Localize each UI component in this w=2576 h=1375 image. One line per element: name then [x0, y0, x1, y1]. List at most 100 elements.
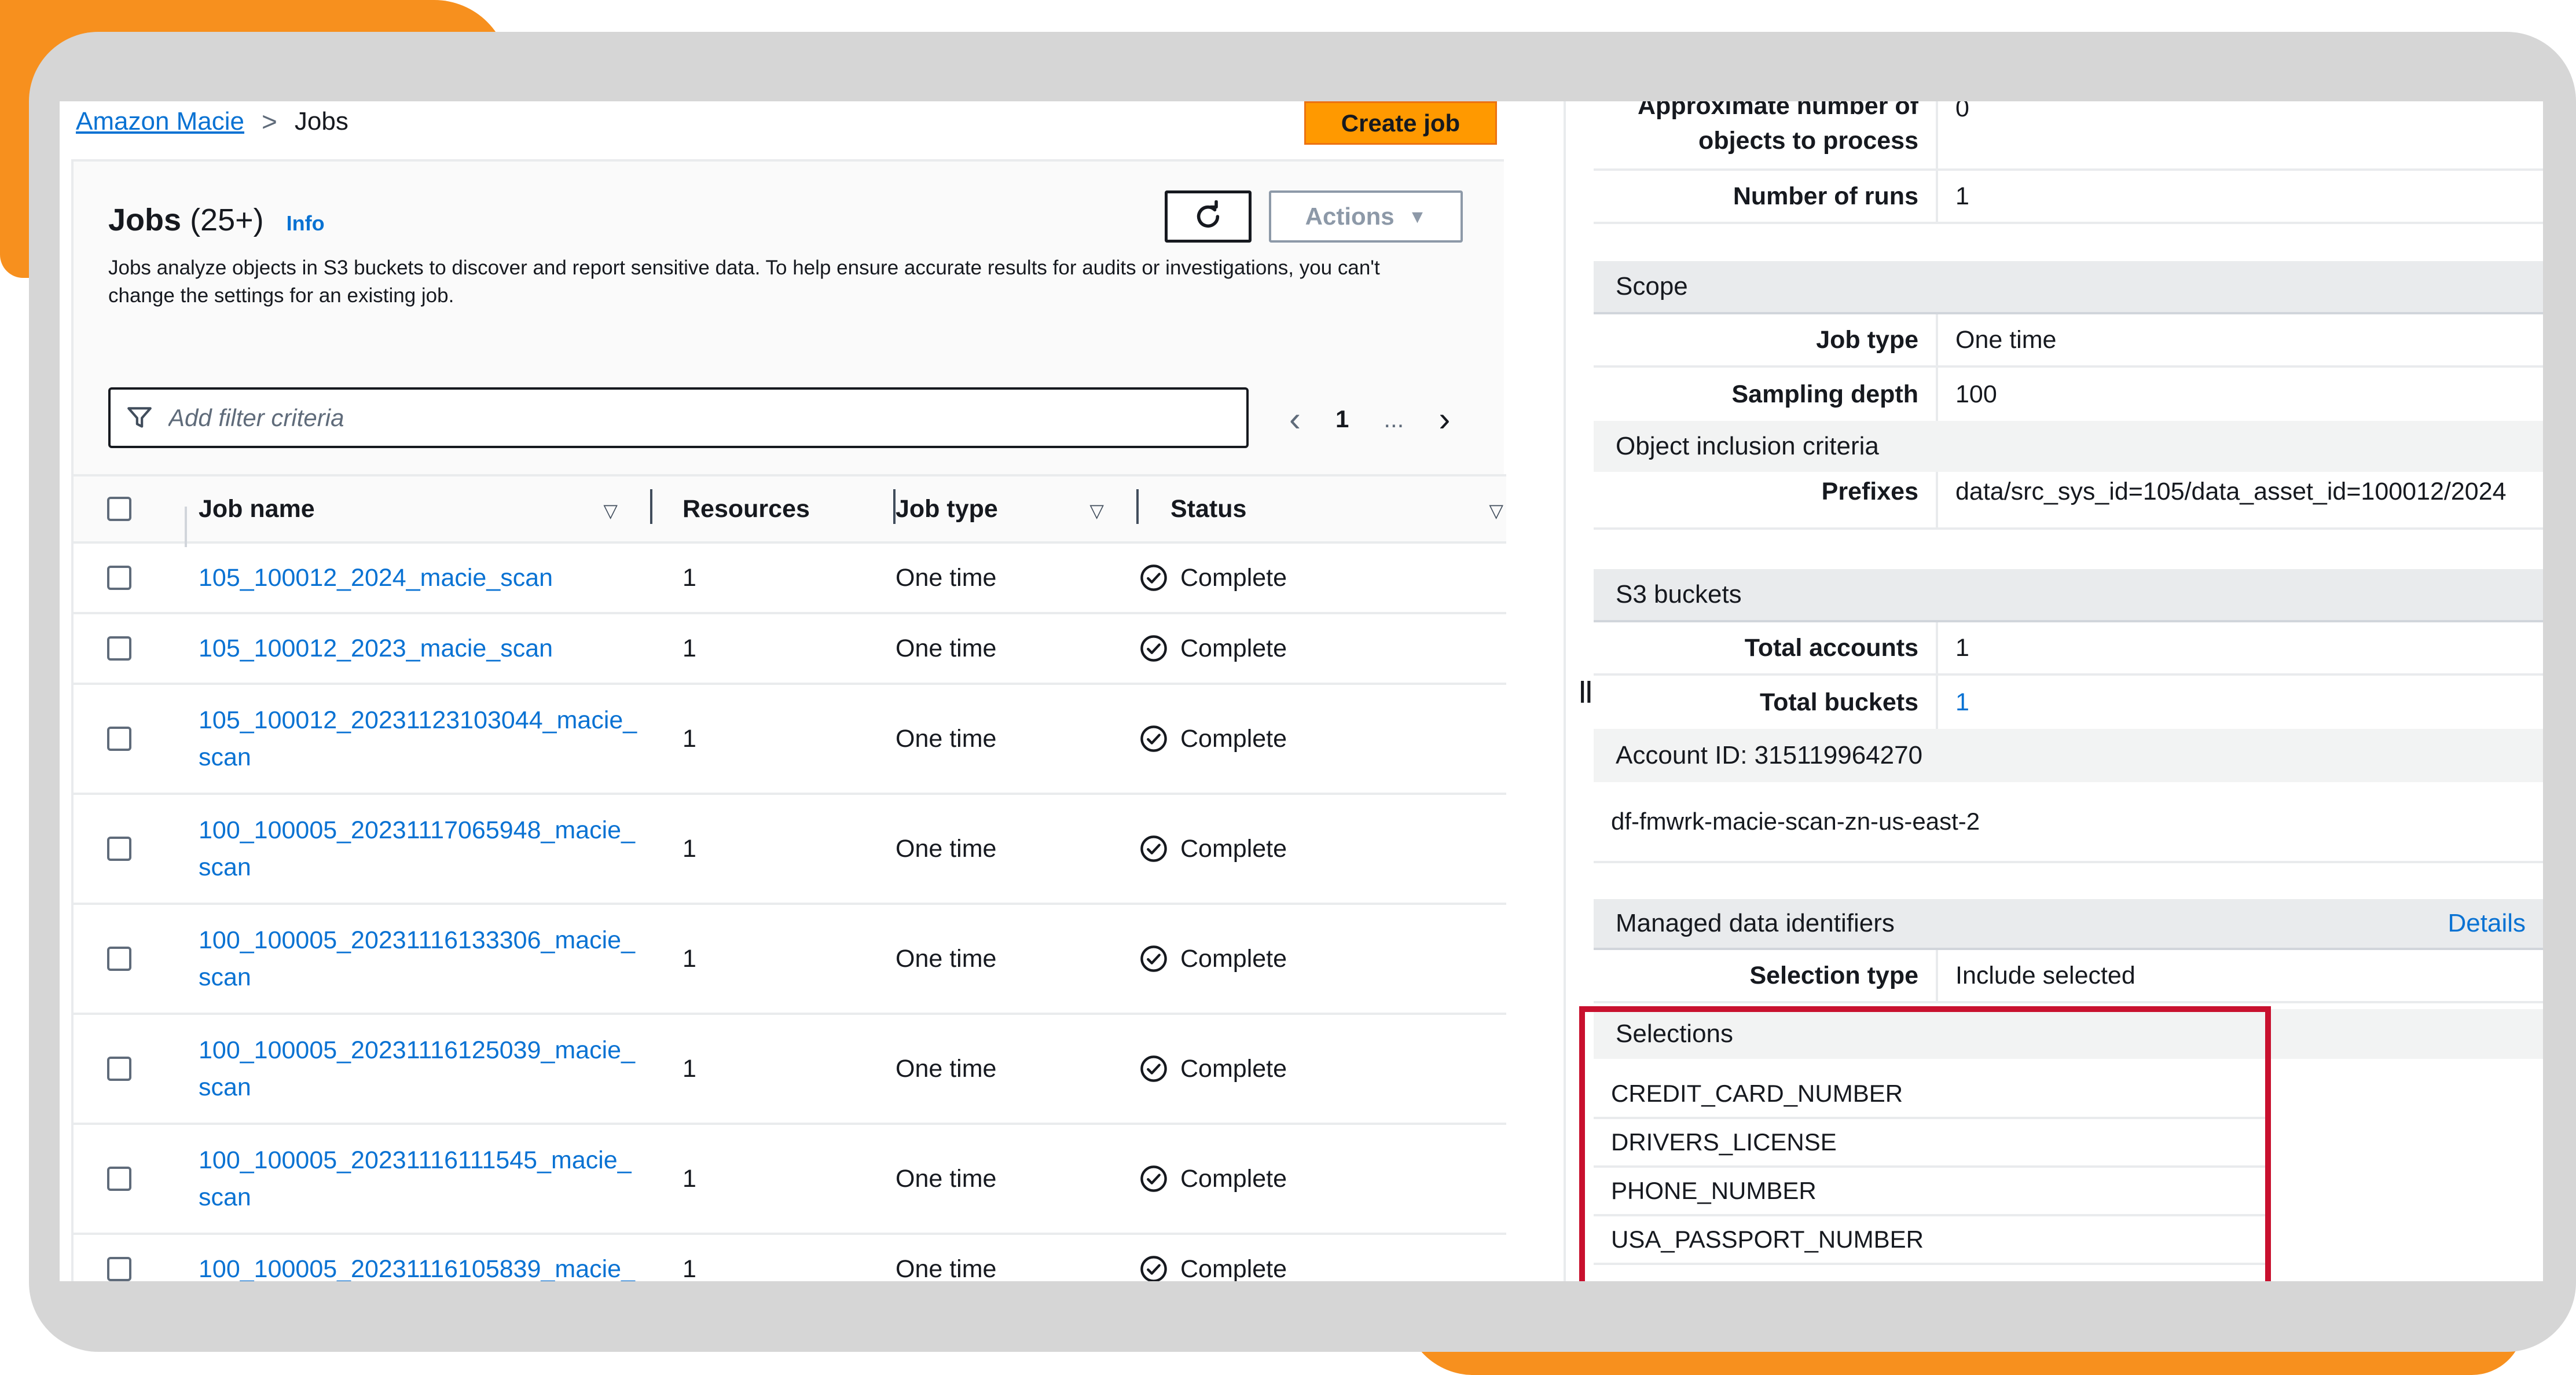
table-body: 105_100012_2024_macie_scan 1 One time Compl… — [74, 544, 1506, 1281]
detail-buckets-value[interactable]: 1 — [1938, 676, 1969, 729]
row-checkbox[interactable] — [107, 837, 131, 861]
check-circle-icon — [1140, 635, 1167, 662]
console-screenshot: Amazon Macie > Jobs Create job Jobs (25+… — [60, 101, 2543, 1281]
job-name-link[interactable]: 100_100005_20231116125039_macie_ scan — [199, 1036, 635, 1101]
row-checkbox[interactable] — [107, 1257, 131, 1281]
jobs-container: Jobs (25+) Info Actions ▼ Jobs analyze o… — [71, 159, 1506, 1281]
resources-cell: 1 — [682, 1164, 696, 1193]
status-text: Complete — [1180, 1164, 1287, 1193]
job-name-cell: 100_100005_20231116105839_macie_ — [131, 1251, 652, 1281]
info-link[interactable]: Info — [287, 211, 325, 235]
detail-sampling-value: 100 — [1955, 380, 1997, 408]
detail-approx-value: 0 — [1955, 101, 1969, 122]
row-checkbox[interactable] — [107, 636, 131, 661]
resize-grip-icon[interactable]: || — [1579, 677, 1592, 703]
job-name-line1: 100_100005_20231116105839_macie_ — [199, 1255, 636, 1281]
jobs-description: Jobs analyze objects in S3 buckets to di… — [108, 256, 1380, 307]
breadcrumb: Amazon Macie > Jobs — [76, 101, 348, 142]
page-ellipsis: ... — [1384, 405, 1404, 432]
resources-cell: 1 — [682, 944, 696, 973]
page-number[interactable]: 1 — [1335, 405, 1349, 433]
job-name-link[interactable]: 100_100005_20231116105839_macie_ — [199, 1255, 635, 1281]
filter-icon — [122, 401, 157, 435]
job-name-line1: 105_100012_2023_macie_scan — [199, 635, 553, 662]
detail-number-of-runs: Number of runs 1 — [1594, 171, 2543, 224]
table-row[interactable]: 100_100005_20231117065948_macie_ scan 1 One… — [74, 795, 1506, 905]
detail-sampling-label: Sampling depth — [1594, 368, 1938, 421]
filter-field[interactable] — [108, 387, 1249, 448]
status-text: Complete — [1180, 1054, 1287, 1083]
row-checkbox[interactable] — [107, 1167, 131, 1191]
check-circle-icon — [1140, 1165, 1167, 1192]
row-checkbox[interactable] — [107, 1057, 131, 1081]
check-circle-icon — [1140, 835, 1167, 862]
row-checkbox[interactable] — [107, 727, 131, 751]
column-job-name-label: Job name — [199, 494, 315, 523]
detail-prefixes-value: data/src_sys_id=105/data_asset_id=100012… — [1955, 478, 2507, 505]
job-type-cell: One time — [896, 834, 997, 863]
column-separator — [185, 506, 187, 547]
create-job-button[interactable]: Create job — [1304, 101, 1497, 145]
table-row[interactable]: 105_100012_2023_macie_scan 1 One time Compl… — [74, 614, 1506, 685]
job-name-line2: scan — [199, 963, 251, 991]
job-name-link[interactable]: 100_100005_20231116133306_macie_ scan — [199, 926, 635, 991]
sort-down-icon[interactable]: ▽ — [603, 500, 618, 522]
refresh-button[interactable] — [1165, 190, 1252, 243]
job-name-cell: 100_100005_20231116111545_macie_ scan — [131, 1142, 652, 1216]
detail-selection-type: Selection type Include selected — [1594, 950, 2543, 1003]
table-row[interactable]: 105_100012_20231123103044_macie_ scan 1 One… — [74, 685, 1506, 795]
row-checkbox[interactable] — [107, 947, 131, 971]
filter-input[interactable] — [168, 404, 1210, 432]
previous-page-icon[interactable]: ‹ — [1289, 402, 1301, 437]
column-job-name[interactable]: Job name ▽ — [131, 489, 652, 547]
detail-approx-label-line1: Approximate number of — [1638, 101, 1918, 120]
detail-runs-label: Number of runs — [1594, 171, 1938, 222]
pagination: ‹ 1 ... › — [1289, 393, 1450, 445]
actions-label: Actions — [1305, 203, 1395, 230]
table-row[interactable]: 100_100005_20231116111545_macie_ scan 1 One… — [74, 1125, 1506, 1235]
sort-down-icon[interactable]: ▽ — [1489, 500, 1503, 522]
mdi-details-link[interactable]: Details — [2448, 909, 2526, 938]
table-row[interactable]: 105_100012_2024_macie_scan 1 One time Compl… — [74, 544, 1506, 614]
column-resources[interactable]: Resources — [652, 489, 896, 524]
detail-sampling-depth: Sampling depth 100 — [1594, 368, 2543, 421]
section-scope: Scope — [1594, 261, 2543, 314]
job-type-cell: One time — [896, 1054, 997, 1083]
job-name-link[interactable]: 100_100005_20231117065948_macie_ scan — [199, 816, 635, 881]
status-cell: Complete — [1139, 944, 1486, 974]
detail-accounts-value: 1 — [1955, 633, 1969, 662]
row-checkbox[interactable] — [107, 566, 131, 590]
status-text: Complete — [1180, 1255, 1287, 1282]
job-name-link[interactable]: 100_100005_20231116111545_macie_ scan — [199, 1146, 632, 1211]
job-name-cell: 105_100012_20231123103044_macie_ scan — [131, 702, 652, 776]
job-name-link[interactable]: 105_100012_2024_macie_scan — [199, 564, 553, 592]
detail-approx-objects: Approximate number of objects to process… — [1594, 101, 2543, 171]
detail-job-type-value: One time — [1955, 325, 2057, 354]
breadcrumb-amazon-macie[interactable]: Amazon Macie — [76, 107, 244, 136]
refresh-icon — [1197, 200, 1220, 228]
actions-button[interactable]: Actions ▼ — [1269, 190, 1463, 243]
table-header: Job name ▽ Resources Job type ▽ Status ▽ — [74, 474, 1506, 547]
column-status[interactable]: Status ▽ — [1139, 495, 1503, 523]
table-row[interactable]: 100_100005_20231116133306_macie_ scan 1 One… — [74, 905, 1506, 1015]
table-row[interactable]: 100_100005_20231116105839_macie_ 1 One tim… — [74, 1235, 1506, 1281]
section-managed-data-identifiers: Managed data identifiers Details — [1594, 899, 2543, 950]
detail-total-buckets: Total buckets 1 — [1594, 676, 2543, 729]
bucket-name: df-fmwrk-macie-scan-zn-us-east-2 — [1594, 782, 2543, 863]
status-text: Complete — [1180, 634, 1287, 662]
check-circle-icon — [1140, 725, 1167, 752]
detail-job-type-label: Job type — [1594, 314, 1938, 365]
next-page-icon[interactable]: › — [1439, 402, 1450, 437]
table-row[interactable]: 100_100005_20231116125039_macie_ scan 1 One… — [74, 1015, 1506, 1125]
job-name-link[interactable]: 105_100012_2023_macie_scan — [199, 635, 553, 662]
resources-cell: 1 — [682, 563, 696, 592]
section-s3-buckets: S3 buckets — [1594, 569, 2543, 622]
job-name-link[interactable]: 105_100012_20231123103044_macie_ scan — [199, 706, 637, 771]
sort-down-icon[interactable]: ▽ — [1089, 500, 1104, 522]
account-id-header: Account ID: 315119964270 — [1594, 729, 2543, 782]
status-cell: Complete — [1139, 1254, 1486, 1281]
detail-accounts-label: Total accounts — [1594, 622, 1938, 673]
column-job-type[interactable]: Job type ▽ — [896, 489, 1139, 524]
job-name-line2: scan — [199, 1183, 251, 1211]
select-all-checkbox[interactable] — [107, 497, 131, 521]
